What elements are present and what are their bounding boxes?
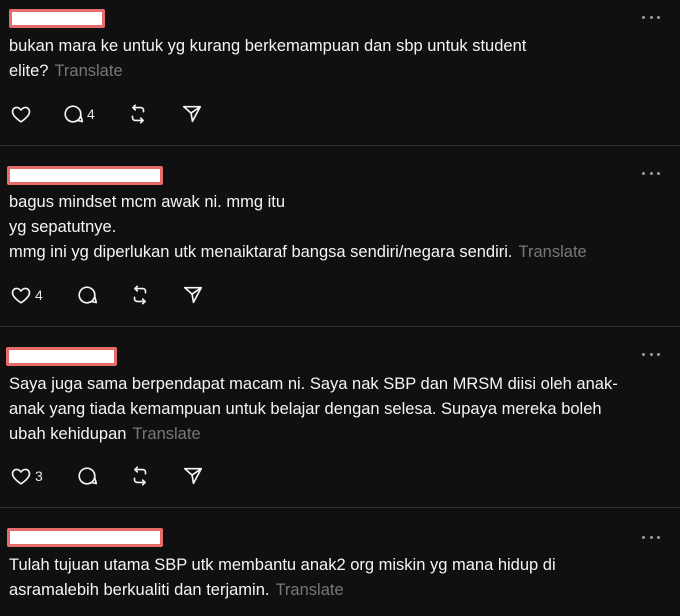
post-body: bagus mindset mcm awak ni. mmg itu yg se… (9, 193, 513, 261)
reply-post: bagus mindset mcm awak ni. mmg itu yg se… (0, 146, 680, 327)
translate-link[interactable]: Translate (519, 243, 587, 261)
like-count: 4 (35, 287, 43, 303)
translate-link[interactable]: Translate (132, 425, 200, 443)
translate-link[interactable]: Translate (275, 581, 343, 599)
heart-icon (11, 106, 31, 123)
post-body: Saya juga sama berpendapat macam ni. Say… (9, 375, 618, 443)
post-text: bagus mindset mcm awak ni. mmg itu yg se… (9, 190, 658, 265)
redacted-username (7, 528, 163, 547)
repost-button[interactable] (127, 102, 149, 126)
redacted-username (6, 347, 117, 366)
repost-icon (133, 285, 147, 305)
like-button[interactable]: 3 (10, 464, 43, 488)
post-text: Tulah tujuan utama SBP utk membantu anak… (9, 553, 658, 603)
redacted-username (7, 166, 163, 185)
send-icon (182, 105, 202, 123)
post-text: Saya juga sama berpendapat macam ni. Say… (9, 372, 658, 447)
send-icon (183, 467, 203, 485)
heart-icon (11, 287, 31, 304)
reply-post: bukan mara ke untuk yg kurang berkemampu… (0, 0, 680, 146)
repost-icon (131, 104, 145, 124)
share-button[interactable] (182, 283, 204, 307)
more-options-icon[interactable] (642, 168, 660, 178)
send-icon (183, 286, 203, 304)
more-options-icon[interactable] (642, 349, 660, 359)
reply-button[interactable]: 4 (62, 102, 95, 126)
translate-link[interactable]: Translate (54, 62, 122, 80)
reply-button[interactable] (76, 283, 101, 307)
reply-feed: bukan mara ke untuk yg kurang berkemampu… (0, 0, 680, 616)
share-button[interactable] (181, 102, 203, 126)
like-count: 3 (35, 468, 43, 484)
like-button[interactable]: 4 (10, 283, 43, 307)
comment-icon (78, 286, 98, 304)
reply-button[interactable] (76, 464, 101, 488)
redacted-username (9, 9, 105, 28)
repost-icon (133, 466, 147, 486)
comment-icon (78, 467, 98, 485)
post-text: bukan mara ke untuk yg kurang berkemampu… (9, 34, 658, 84)
repost-button[interactable] (129, 283, 151, 307)
reply-post: Tulah tujuan utama SBP utk membantu anak… (0, 508, 680, 616)
comment-icon (64, 105, 84, 123)
share-button[interactable] (182, 464, 204, 488)
reply-count: 4 (87, 106, 95, 122)
repost-button[interactable] (129, 464, 151, 488)
heart-icon (11, 468, 31, 485)
more-options-icon[interactable] (642, 532, 660, 542)
reply-post: Saya juga sama berpendapat macam ni. Say… (0, 327, 680, 508)
more-options-icon[interactable] (642, 12, 660, 22)
like-button[interactable] (10, 102, 35, 126)
